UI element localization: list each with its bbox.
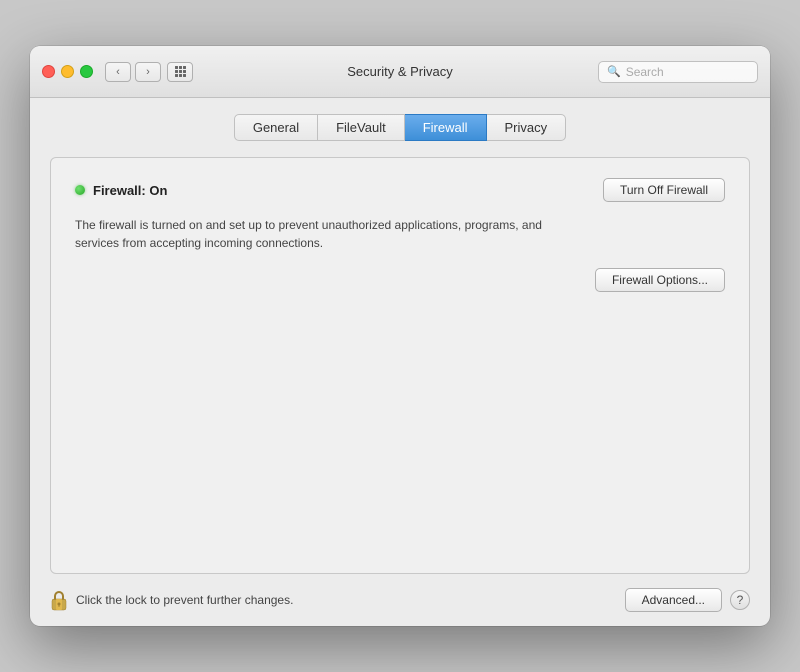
grid-button[interactable] [167,62,193,82]
lock-text: Click the lock to prevent further change… [76,593,293,607]
status-left: Firewall: On [75,183,167,198]
close-button[interactable] [42,65,55,78]
tabs-container: General FileVault Firewall Privacy [50,114,750,141]
turn-off-firewall-button[interactable]: Turn Off Firewall [603,178,725,202]
help-button[interactable]: ? [730,590,750,610]
tab-privacy[interactable]: Privacy [487,114,567,141]
firewall-status-row: Firewall: On Turn Off Firewall [75,178,725,202]
search-icon: 🔍 [607,65,621,78]
tab-firewall[interactable]: Firewall [405,114,487,141]
nav-buttons: ‹ › [105,62,161,82]
firewall-status-label: Firewall: On [93,183,167,198]
firewall-description: The firewall is turned on and set up to … [75,216,555,252]
maximize-button[interactable] [80,65,93,78]
advanced-button[interactable]: Advanced... [625,588,722,612]
search-placeholder: Search [626,65,664,79]
traffic-lights [42,65,93,78]
minimize-button[interactable] [61,65,74,78]
lock-icon-container: Click the lock to prevent further change… [50,589,615,611]
content-area: General FileVault Firewall Privacy Firew… [30,98,770,574]
back-button[interactable]: ‹ [105,62,131,82]
bottom-bar: Click the lock to prevent further change… [30,574,770,626]
firewall-options-button[interactable]: Firewall Options... [595,268,725,292]
firewall-panel: Firewall: On Turn Off Firewall The firew… [50,157,750,574]
tab-general[interactable]: General [234,114,318,141]
main-window: ‹ › Security & Privacy 🔍 Search General … [30,46,770,626]
forward-icon: › [146,66,150,78]
bottom-right: Advanced... ? [625,588,750,612]
tab-filevault[interactable]: FileVault [318,114,405,141]
firewall-options-row: Firewall Options... [75,268,725,292]
grid-icon [175,66,186,77]
search-box[interactable]: 🔍 Search [598,61,758,83]
lock-icon[interactable] [50,589,68,611]
window-title: Security & Privacy [347,64,452,79]
titlebar: ‹ › Security & Privacy 🔍 Search [30,46,770,98]
forward-button[interactable]: › [135,62,161,82]
firewall-status-dot [75,185,85,195]
back-icon: ‹ [116,66,120,78]
